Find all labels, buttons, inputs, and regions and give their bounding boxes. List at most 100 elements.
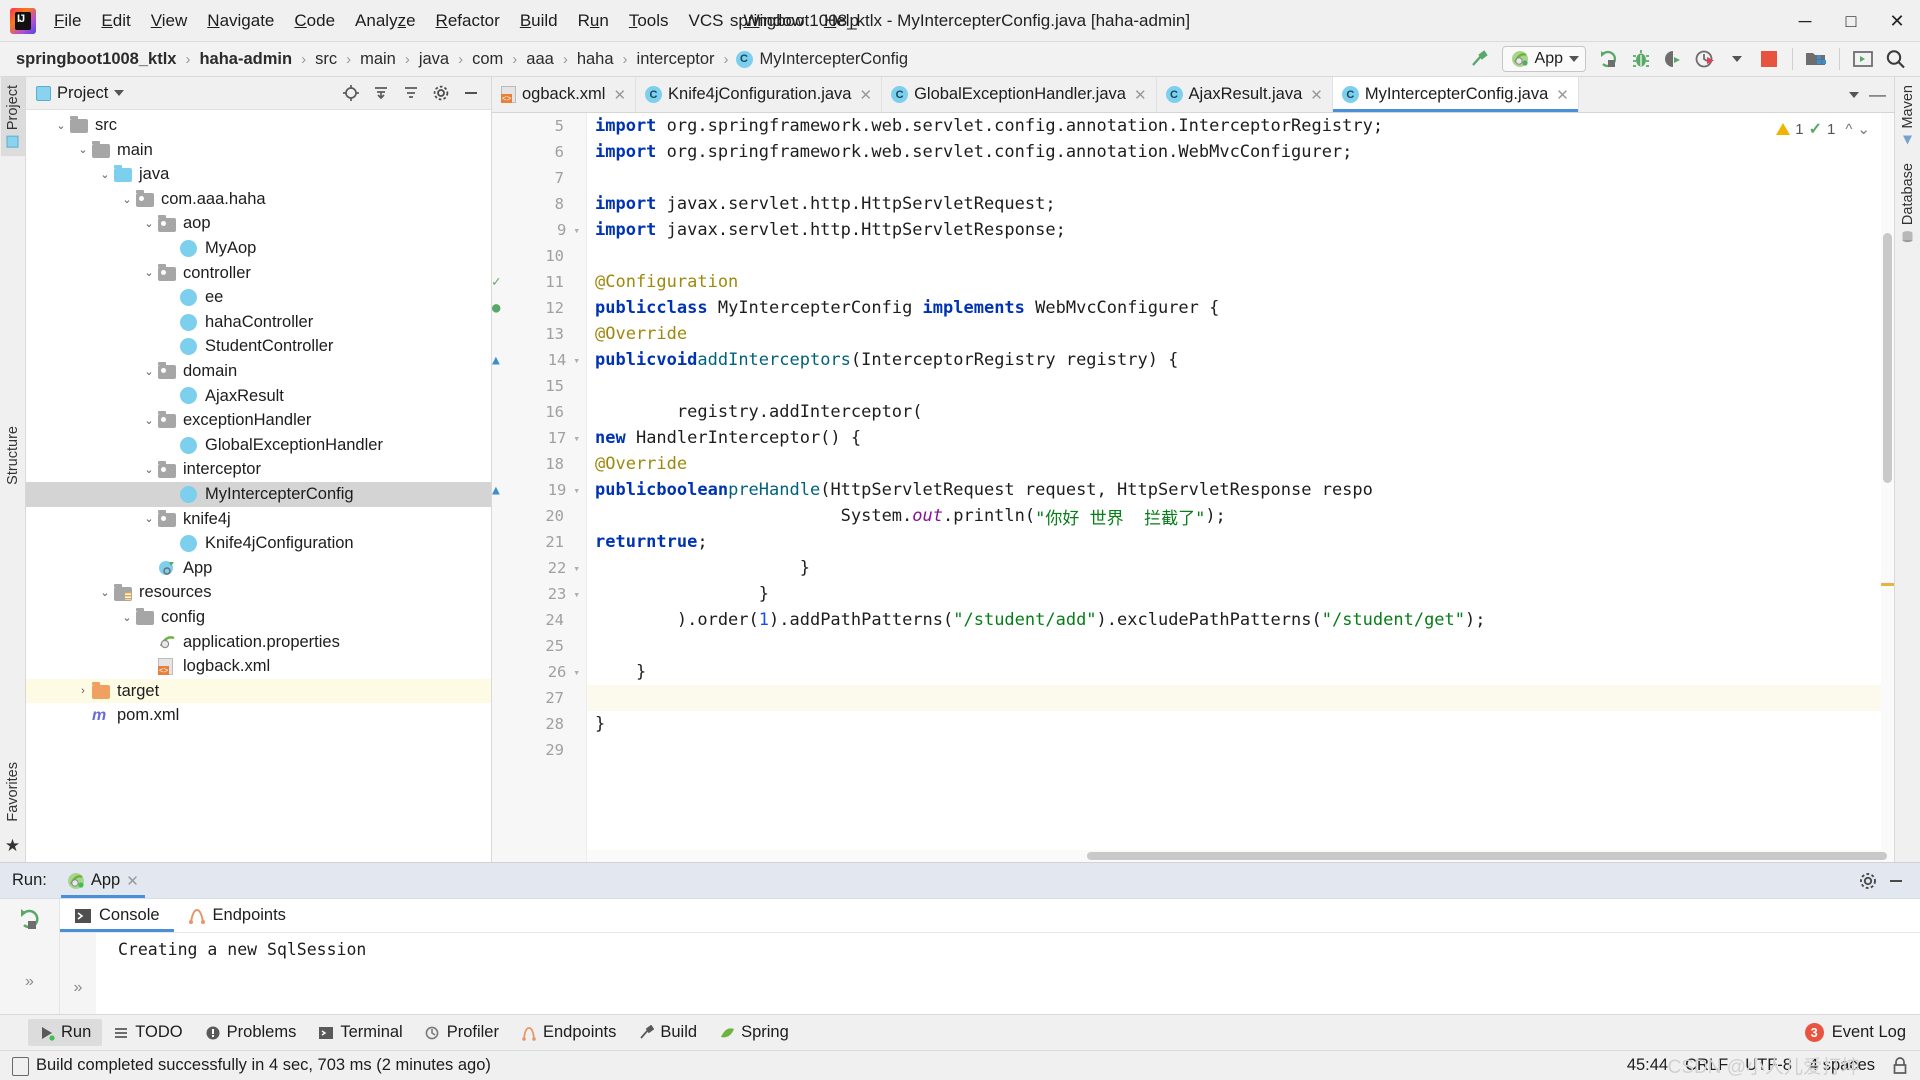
editor-tab-globalexceptionhandler-java[interactable]: C GlobalExceptionHandler.java ✕ [882, 77, 1157, 112]
stop-icon[interactable] [1754, 45, 1784, 73]
chevron-down-icon[interactable]: ⌄ [52, 119, 70, 132]
breadcrumb-item-haha[interactable]: haha [575, 49, 616, 70]
close-tab-icon[interactable]: ✕ [613, 86, 626, 104]
maximize-button[interactable]: □ [1828, 0, 1874, 42]
minimize-button[interactable]: ─ [1782, 0, 1828, 42]
tab-console[interactable]: Console [60, 899, 174, 932]
caret-position[interactable]: 45:44 [1627, 1056, 1668, 1075]
project-tree[interactable]: ⌄ src ⌄ main ⌄ java ⌄ com.aaa.haha ⌄ aop MyAop ⌄ con… [26, 110, 491, 862]
settings-gear-icon[interactable] [1858, 871, 1878, 891]
sidebar-tab-maven[interactable]: Maven [1896, 77, 1920, 155]
code-fold-icon[interactable]: ▾ [573, 484, 580, 497]
gutter-line-14[interactable]: ▲ 14 ▾ [492, 347, 586, 373]
menu-item-run[interactable]: Run [568, 7, 619, 35]
code-line-22[interactable]: } [587, 555, 1894, 581]
code-line-13[interactable]: @Override [587, 321, 1894, 347]
locate-icon[interactable] [337, 80, 365, 106]
breadcrumb[interactable]: springboot1008_ktlx › haha-admin › src › main ›… [14, 49, 910, 70]
bottom-tab-build[interactable]: Build [627, 1019, 708, 1046]
editor-tab-ogback-xml[interactable]: ogback.xml ✕ [492, 77, 637, 112]
chevron-up-icon[interactable]: ^ [1845, 121, 1852, 138]
breadcrumb-item-main[interactable]: main [358, 49, 398, 70]
tree-item-main[interactable]: ⌄ main [26, 138, 491, 163]
code-line-14[interactable]: public void addInterceptors (InterceptorR… [587, 347, 1894, 373]
debug-icon[interactable] [1626, 45, 1656, 73]
event-log-group[interactable]: 3 Event Log [1804, 1023, 1920, 1042]
chevron-down-icon[interactable]: ⌄ [96, 586, 114, 599]
breadcrumb-item-java[interactable]: java [417, 49, 451, 70]
tree-item-src[interactable]: ⌄ src [26, 113, 491, 138]
editor-code-column[interactable]: import org.springframework.web.servlet.c… [587, 113, 1894, 862]
gutter-line-19[interactable]: ▲ 19 ▾ [492, 477, 586, 503]
menu-item-help[interactable]: Help [814, 7, 869, 35]
expand-more-2-icon[interactable]: » [74, 979, 83, 997]
indent-setting[interactable]: 4 spaces [1809, 1056, 1875, 1075]
code-line-5[interactable]: import org.springframework.web.servlet.c… [587, 113, 1894, 139]
chevron-down-icon[interactable]: ⌄ [118, 193, 136, 206]
tree-item-aop[interactable]: ⌄ aop [26, 211, 491, 236]
chevron-down-icon[interactable]: ⌄ [118, 611, 136, 624]
close-tab-icon[interactable]: ✕ [1134, 86, 1147, 104]
menu-item-refactor[interactable]: Refactor [426, 7, 510, 35]
run-sub-tabs[interactable]: Console Endpoints [60, 899, 1920, 933]
tree-item-knife4jconfiguration[interactable]: Knife4jConfiguration [26, 531, 491, 556]
chevron-down-icon[interactable] [1722, 45, 1752, 73]
gutter-line-5[interactable]: 5 [492, 113, 586, 139]
breadcrumb-item-haha-admin[interactable]: haha-admin [197, 49, 294, 70]
chevron-down-icon[interactable]: ⌄ [140, 365, 158, 378]
star-icon[interactable]: ★ [5, 836, 20, 856]
tree-item-interceptor[interactable]: ⌄ interceptor [26, 457, 491, 482]
editor-tab-myintercepterconfig-java[interactable]: C MyIntercepterConfig.java ✕ [1332, 77, 1579, 112]
override-method-icon[interactable]: ▲ [492, 483, 500, 498]
code-fold-icon[interactable]: ▾ [573, 666, 580, 679]
breadcrumb-item-src[interactable]: src [313, 49, 339, 70]
bottom-tab-profiler[interactable]: Profiler [414, 1019, 510, 1046]
chevron-down-icon[interactable] [1849, 91, 1859, 98]
code-line-6[interactable]: import org.springframework.web.servlet.c… [587, 139, 1894, 165]
code-line-16[interactable]: registry.addInterceptor( [587, 399, 1894, 425]
editor-tab-ajaxresult-java[interactable]: C AjaxResult.java ✕ [1157, 77, 1333, 112]
gutter-line-22[interactable]: 22 ▾ [492, 555, 586, 581]
menu-item-build[interactable]: Build [510, 7, 568, 35]
gutter-line-15[interactable]: 15 [492, 373, 586, 399]
code-line-12[interactable]: public class MyIntercepterConfig impleme… [587, 295, 1894, 321]
tree-item-ee[interactable]: ee [26, 285, 491, 310]
code-line-9[interactable]: import javax.servlet.http.HttpServletRes… [587, 217, 1894, 243]
tree-item-myaop[interactable]: MyAop [26, 236, 491, 261]
tree-item-app[interactable]: App [26, 556, 491, 581]
gutter-line-8[interactable]: 8 [492, 191, 586, 217]
close-tab-icon[interactable]: ✕ [1310, 86, 1323, 104]
tree-item-myintercepterconfig[interactable]: MyIntercepterConfig [26, 481, 491, 507]
gutter-line-27[interactable]: 27 [492, 685, 586, 711]
menu-item-view[interactable]: View [141, 7, 198, 35]
hide-editor-icon[interactable]: — [1869, 85, 1886, 105]
chevron-down-icon[interactable]: ⌄ [140, 414, 158, 427]
tree-item-com-aaa-haha[interactable]: ⌄ com.aaa.haha [26, 187, 491, 212]
close-tab-icon[interactable]: ✕ [1556, 86, 1569, 104]
bottom-tab-problems[interactable]: Problems [194, 1019, 308, 1046]
gutter-line-16[interactable]: 16 [492, 399, 586, 425]
bottom-tab-run[interactable]: Run [28, 1019, 103, 1046]
gutter-line-9[interactable]: 9 ▾ [492, 217, 586, 243]
code-line-10[interactable] [587, 243, 1894, 269]
code-fold-icon[interactable]: ▾ [573, 562, 580, 575]
tree-item-ajaxresult[interactable]: AjaxResult [26, 384, 491, 409]
chevron-down-icon[interactable]: ⌄ [140, 512, 158, 525]
close-button[interactable]: ✕ [1874, 0, 1920, 42]
tree-item-target[interactable]: › target [26, 678, 491, 704]
code-line-11[interactable]: @Configuration [587, 269, 1894, 295]
bottom-tab-terminal[interactable]: Terminal [307, 1019, 413, 1046]
breadcrumb-item-springboot1008-ktlx[interactable]: springboot1008_ktlx [14, 49, 178, 70]
menu-item-file[interactable]: File [44, 7, 91, 35]
code-line-24[interactable]: ).order(1).addPathPatterns("/student/add… [587, 607, 1894, 633]
gutter-line-29[interactable]: 29 [492, 737, 586, 763]
tree-item-hahacontroller[interactable]: hahaController [26, 310, 491, 335]
gutter-line-23[interactable]: 23 ▾ [492, 581, 586, 607]
gutter-line-13[interactable]: 13 [492, 321, 586, 347]
bottom-tool-bar[interactable]: Run TODO Problems Terminal Profiler Endpoints… [0, 1014, 1920, 1050]
tree-item-studentcontroller[interactable]: StudentController [26, 334, 491, 359]
editor-horizontal-scrollbar[interactable] [587, 850, 1887, 862]
tree-item-logback-xml[interactable]: logback.xml [26, 654, 491, 679]
code-editor[interactable]: 1 ✓ 1 ^ ⌄ 5 6 7 8 9 ▾ 10 ✓ 11 ● 12 13 ▲ 14 ▾ 15 16 17 ▾ 18 ▲… [492, 113, 1894, 862]
run-configuration-selector[interactable]: App [1501, 46, 1586, 72]
